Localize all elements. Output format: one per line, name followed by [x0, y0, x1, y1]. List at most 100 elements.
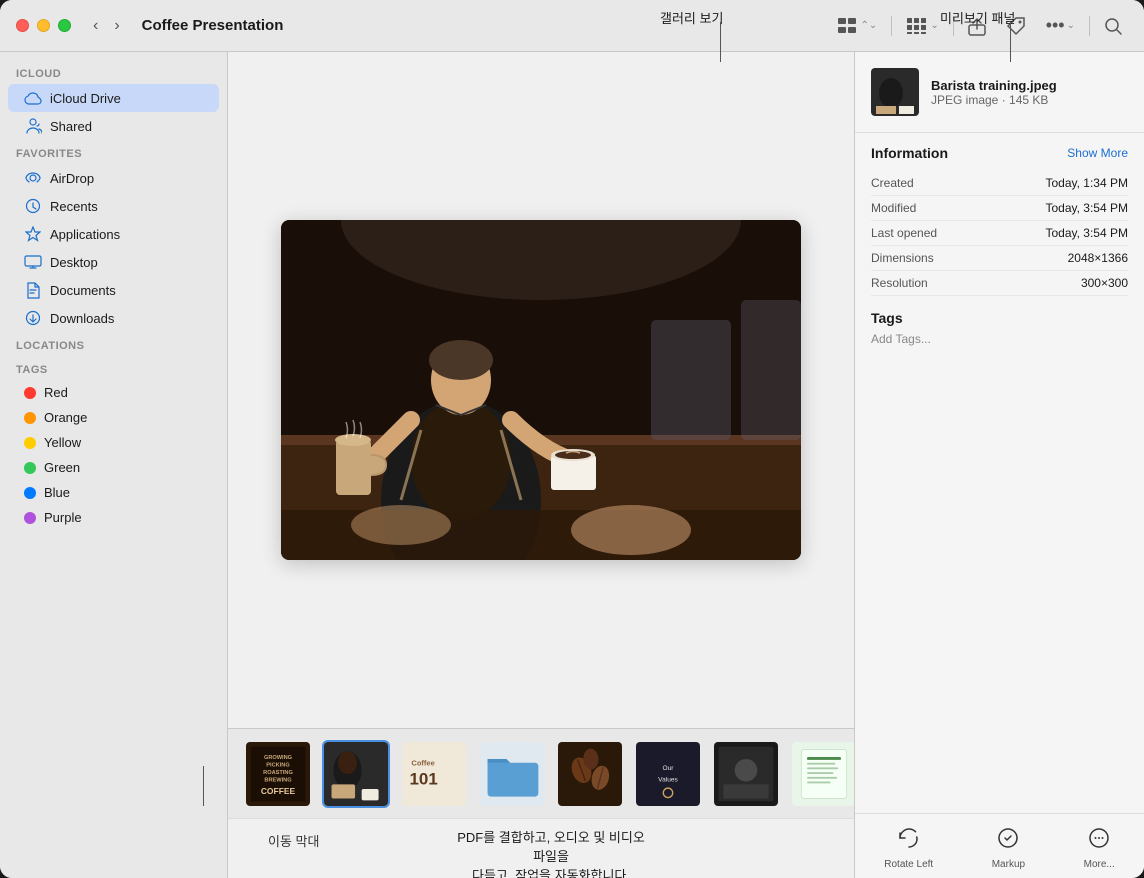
svg-text:PICKING: PICKING	[266, 762, 290, 768]
content-area: GROWING PICKING ROASTING BREWING COFFEE	[228, 52, 854, 878]
view-chevron-icon: ⌃⌄	[861, 20, 878, 31]
view-toggle-button[interactable]: ⌃⌄	[831, 13, 884, 39]
close-button[interactable]	[16, 19, 29, 32]
sidebar-item-tag-green[interactable]: Green	[8, 455, 219, 480]
separator	[891, 16, 892, 36]
info-row-dimensions: Dimensions 2048×1366	[871, 246, 1128, 271]
grid-chevron-icon: ⌄	[930, 20, 938, 31]
markup-icon	[996, 826, 1020, 856]
svg-text:BREWING: BREWING	[264, 777, 292, 783]
markup-label: Markup	[992, 859, 1025, 870]
created-value: Today, 1:34 PM	[1046, 176, 1129, 190]
grid-view-button[interactable]: ⌄	[900, 13, 944, 39]
separator3	[1089, 16, 1090, 36]
window-title: Coffee Presentation	[142, 17, 823, 34]
downloads-icon	[24, 309, 42, 327]
shared-label: Shared	[50, 119, 92, 134]
svg-text:101: 101	[410, 769, 438, 788]
thumbnail-2-selected[interactable]	[322, 740, 390, 808]
scroll-bar-annotation: 이동 막대	[268, 831, 457, 850]
ellipsis-icon: •••	[1046, 15, 1065, 36]
svg-text:GROWING: GROWING	[264, 754, 293, 760]
gallery-area[interactable]	[228, 52, 854, 728]
thumbnail-6[interactable]: Our Values	[634, 740, 702, 808]
thumbnail-5[interactable]	[556, 740, 624, 808]
preview-filetype: JPEG image · 145 KB	[931, 93, 1128, 107]
desktop-label: Desktop	[50, 255, 98, 270]
sidebar-item-shared[interactable]: Shared	[8, 112, 219, 140]
sidebar-item-desktop[interactable]: Desktop	[8, 248, 219, 276]
info-title: Information	[871, 145, 948, 161]
more-actions-button[interactable]: ••• ⌄	[1040, 11, 1081, 40]
documents-icon	[24, 281, 42, 299]
applications-icon	[24, 225, 42, 243]
search-button[interactable]	[1098, 13, 1128, 39]
modified-label: Modified	[871, 201, 916, 215]
svg-text:Coffee: Coffee	[411, 758, 434, 767]
sidebar-item-documents[interactable]: Documents	[8, 276, 219, 304]
maximize-button[interactable]	[58, 19, 71, 32]
yellow-tag-label: Yellow	[44, 435, 81, 450]
thumbnail-8[interactable]	[790, 740, 854, 808]
documents-label: Documents	[50, 283, 116, 298]
tags-title: Tags	[871, 310, 1128, 326]
thumbnail-7[interactable]	[712, 740, 780, 808]
sidebar-item-tag-blue[interactable]: Blue	[8, 480, 219, 505]
info-row-last-opened: Last opened Today, 3:54 PM	[871, 221, 1128, 246]
more-preview-label: More...	[1084, 859, 1115, 870]
sidebar-item-tag-yellow[interactable]: Yellow	[8, 430, 219, 455]
more-chevron-icon: ⌄	[1067, 20, 1075, 31]
sidebar: iCloud iCloud Drive	[0, 52, 228, 878]
toolbar: ‹ › Coffee Presentation ⌃⌄	[0, 0, 1144, 52]
markup-button[interactable]: Markup	[984, 822, 1033, 874]
sidebar-item-tag-red[interactable]: Red	[8, 380, 219, 405]
yellow-tag-dot	[24, 437, 36, 449]
sidebar-item-icloud-drive[interactable]: iCloud Drive	[8, 84, 219, 112]
applications-label: Applications	[50, 227, 120, 242]
share-button[interactable]	[962, 12, 992, 40]
desktop-icon	[24, 253, 42, 271]
sidebar-item-recents[interactable]: Recents	[8, 192, 219, 220]
traffic-lights	[16, 19, 71, 32]
purple-tag-label: Purple	[44, 510, 82, 525]
icloud-drive-label: iCloud Drive	[50, 91, 121, 106]
preview-actions: Rotate Left Markup	[855, 813, 1144, 878]
thumbnail-1[interactable]: GROWING PICKING ROASTING BREWING COFFEE	[244, 740, 312, 808]
show-more-button[interactable]: Show More	[1067, 146, 1128, 160]
rotate-left-icon	[897, 826, 921, 856]
thumbnail-4[interactable]	[478, 740, 546, 808]
preview-header: Barista training.jpeg JPEG image · 145 K…	[855, 52, 1144, 133]
forward-button[interactable]: ›	[108, 15, 125, 37]
sidebar-item-tag-orange[interactable]: Orange	[8, 405, 219, 430]
tag-button[interactable]	[1000, 12, 1032, 40]
resolution-label: Resolution	[871, 276, 928, 290]
back-button[interactable]: ‹	[87, 15, 104, 37]
preview-filename: Barista training.jpeg	[931, 78, 1128, 93]
minimize-button[interactable]	[37, 19, 50, 32]
preview-details: Information Show More Created Today, 1:3…	[855, 133, 1144, 813]
purple-tag-dot	[24, 512, 36, 524]
blue-tag-dot	[24, 487, 36, 499]
sidebar-item-applications[interactable]: Applications	[8, 220, 219, 248]
sidebar-item-downloads[interactable]: Downloads	[8, 304, 219, 332]
finder-window: ‹ › Coffee Presentation ⌃⌄	[0, 0, 1144, 878]
main-area: iCloud iCloud Drive	[0, 52, 1144, 878]
bottom-annotations: 이동 막대 PDF를 결합하고, 오디오 및 비디오 파일을 다듬고, 작업을 …	[228, 818, 854, 878]
sidebar-item-airdrop[interactable]: AirDrop	[8, 164, 219, 192]
red-tag-dot	[24, 387, 36, 399]
more-actions-preview-button[interactable]: More...	[1076, 822, 1123, 874]
svg-text:ROASTING: ROASTING	[263, 770, 293, 776]
add-tags-button[interactable]: Add Tags...	[871, 332, 1128, 346]
locations-section-label: Locations	[0, 332, 227, 356]
shared-icon	[24, 117, 42, 135]
rotate-left-button[interactable]: Rotate Left	[876, 822, 941, 874]
created-label: Created	[871, 176, 914, 190]
preview-panel: Barista training.jpeg JPEG image · 145 K…	[854, 52, 1144, 878]
orange-tag-dot	[24, 412, 36, 424]
bottom-description: PDF를 결합하고, 오디오 및 비디오 파일을 다듬고, 작업을 자동화합니다…	[457, 827, 646, 878]
sidebar-item-tag-purple[interactable]: Purple	[8, 505, 219, 530]
airdrop-label: AirDrop	[50, 171, 94, 186]
info-row-resolution: Resolution 300×300	[871, 271, 1128, 296]
thumbnail-3[interactable]: Coffee 101	[400, 740, 468, 808]
preview-file-info: Barista training.jpeg JPEG image · 145 K…	[931, 78, 1128, 107]
